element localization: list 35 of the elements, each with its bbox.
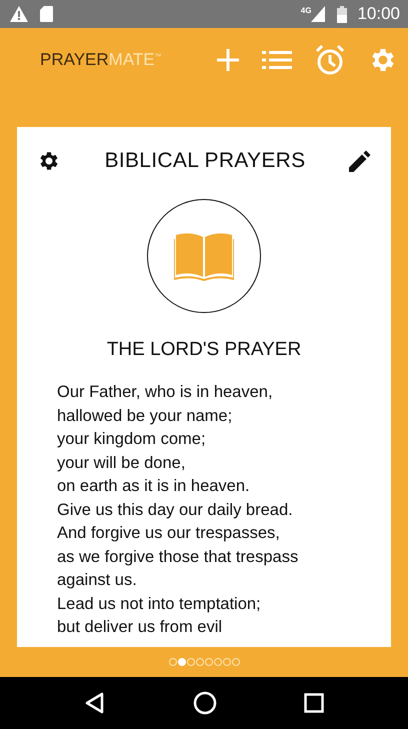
page-indicator-dot[interactable]: [232, 658, 240, 666]
prayer-line: on earth as it is in heaven.: [57, 476, 251, 497]
page-indicator-dot[interactable]: [168, 658, 176, 666]
prayer-line: against us.: [57, 570, 138, 591]
network-type: 4G: [300, 6, 312, 15]
book-icon: [174, 231, 234, 281]
prayer-line: Give us this day our daily bread.: [57, 500, 294, 520]
page-indicator-dot[interactable]: [204, 658, 212, 666]
prayer-line: And forgive us our trespasses,: [57, 523, 281, 544]
prayer-line: hallowed be your name;: [57, 406, 234, 426]
warning-icon: [10, 6, 28, 22]
prayer-line: Our Father, who is in heaven,: [57, 382, 274, 403]
alarm-clock-icon[interactable]: [314, 44, 346, 76]
category-title: BIBLICAL PRAYERS: [104, 149, 306, 173]
status-time: 10:00: [357, 4, 400, 24]
prayer-line: but deliver us from evil: [57, 617, 224, 638]
page-indicator-dot[interactable]: [186, 658, 194, 666]
prayer-title: THE LORD'S PRAYER: [106, 339, 302, 361]
prayer-line: Lead us not into temptation;: [57, 594, 262, 614]
page-indicator-dot[interactable]: [214, 658, 222, 666]
home-icon[interactable]: [192, 691, 217, 715]
battery-icon: [337, 6, 348, 22]
signal-icon: [311, 6, 326, 22]
add-icon[interactable]: [216, 48, 240, 72]
edit-icon[interactable]: [349, 150, 371, 172]
prayer-line: as we forgive those that trespass: [57, 546, 298, 568]
recents-icon[interactable]: [304, 693, 324, 713]
list-icon[interactable]: [262, 50, 292, 70]
back-icon[interactable]: [84, 692, 106, 714]
sd-card-icon: [40, 6, 53, 22]
prayer-line: your kingdom come;: [57, 429, 207, 450]
page-indicator-dot[interactable]: [222, 658, 230, 666]
prayer-line: your will be done,: [57, 452, 186, 474]
page-indicator-dot[interactable]: [196, 658, 204, 666]
app-logo: PRAYERMATE$^{™}$: [40, 50, 162, 70]
